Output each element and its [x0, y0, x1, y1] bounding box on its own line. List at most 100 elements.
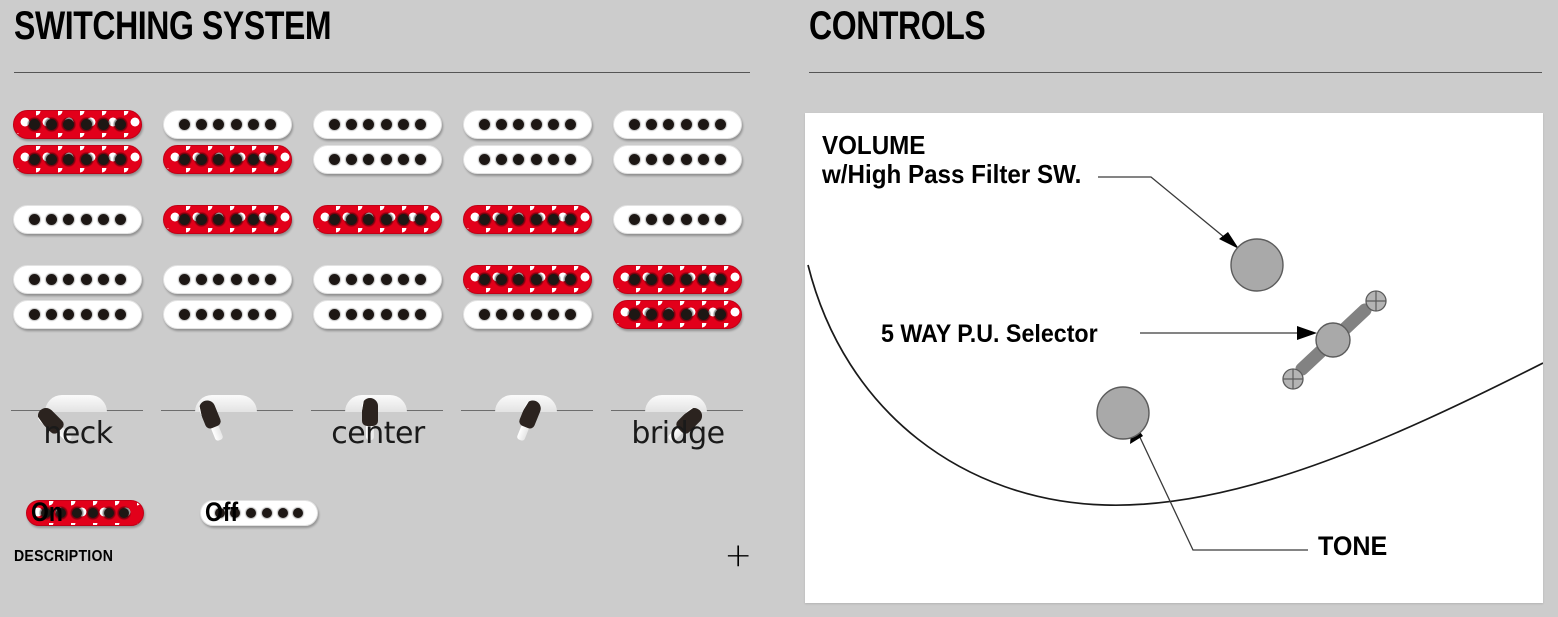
pole-piece	[114, 309, 126, 320]
pole-piece	[213, 154, 225, 165]
neck-coil-bottom	[13, 145, 142, 174]
volume-label: VOLUME w/High Pass Filter SW.	[822, 130, 1081, 189]
pole-piece	[714, 119, 726, 130]
selector-knob[interactable]	[1315, 322, 1351, 358]
switch-position-5[interactable]: bridge	[603, 358, 753, 458]
pole-piece	[29, 214, 41, 225]
switch-dome	[45, 395, 107, 412]
pole-piece	[397, 274, 409, 285]
pole-piece	[29, 309, 41, 320]
pole-piece	[264, 119, 276, 130]
pole-piece	[346, 214, 358, 225]
heading-divider	[14, 72, 750, 73]
pole-piece	[80, 214, 92, 225]
pole-piece	[363, 119, 375, 130]
guitar-controls-diagram: VOLUME w/High Pass Filter SW. 5 WAY P.U.…	[805, 113, 1543, 603]
pole-piece	[213, 119, 225, 130]
selector-label: 5 WAY P.U. Selector	[881, 320, 1098, 348]
switching-system-heading: SWITCHING SYSTEM	[14, 4, 332, 48]
pole-piece	[72, 507, 83, 518]
tone-label: TONE	[1318, 531, 1388, 561]
pole-piece	[80, 309, 92, 320]
switch-position-1[interactable]: neck	[3, 358, 153, 458]
pole-piece	[547, 154, 559, 165]
pole-piece	[29, 119, 41, 130]
controls-panel: CONTROLS VOLUME w/High Pass Filter SW. 5…	[795, 0, 1558, 617]
pole-piece	[363, 214, 375, 225]
switching-system-panel: SWITCHING SYSTEM neck center bridge On Off …	[0, 0, 780, 617]
pole-piece	[29, 154, 41, 165]
pole-piece	[479, 119, 491, 130]
pole-piece	[564, 214, 576, 225]
pole-piece	[97, 309, 109, 320]
description-label: DESCRIPTION	[14, 548, 114, 565]
pole-piece	[196, 214, 208, 225]
neck-coil-top	[613, 110, 742, 139]
pole-piece	[646, 214, 658, 225]
pole-piece	[714, 309, 726, 320]
switch-position-4[interactable]	[453, 358, 603, 458]
pole-piece	[564, 309, 576, 320]
tone-leader-line	[1136, 430, 1308, 551]
bridge-coil-bottom	[163, 300, 292, 329]
volume-leader-line	[1098, 176, 1231, 243]
switch-position-2[interactable]	[153, 358, 303, 458]
pole-piece	[530, 154, 542, 165]
pole-piece	[646, 309, 658, 320]
pole-piece	[496, 119, 508, 130]
pole-piece	[629, 214, 641, 225]
legend-label-on: On	[31, 497, 63, 527]
pole-piece	[196, 274, 208, 285]
pole-piece	[680, 154, 692, 165]
pole-piece	[29, 274, 41, 285]
pole-piece	[680, 119, 692, 130]
neck-coil-top	[463, 110, 592, 139]
selector-arrowhead	[1297, 326, 1317, 340]
pole-piece	[513, 214, 525, 225]
pole-piece	[629, 274, 641, 285]
pole-piece	[547, 119, 559, 130]
pole-piece	[80, 119, 92, 130]
pole-piece	[213, 214, 225, 225]
pole-piece	[380, 214, 392, 225]
switch-position-label: bridge	[631, 416, 725, 451]
pole-piece	[97, 119, 109, 130]
volume-knob[interactable]	[1230, 238, 1284, 292]
pole-piece	[663, 154, 675, 165]
neck-coil-top	[313, 110, 442, 139]
pole-piece	[97, 154, 109, 165]
switch-lever[interactable]	[514, 398, 544, 442]
pole-piece	[63, 274, 75, 285]
tone-knob[interactable]	[1096, 386, 1150, 440]
pole-piece	[680, 309, 692, 320]
switch-position-3[interactable]: center	[303, 358, 453, 458]
pole-piece	[196, 309, 208, 320]
pole-piece	[697, 154, 709, 165]
pole-piece	[103, 507, 114, 518]
pole-piece	[114, 214, 126, 225]
pole-piece	[247, 309, 259, 320]
selector-screw-upper	[1365, 290, 1387, 312]
pole-piece	[479, 154, 491, 165]
pole-piece	[564, 119, 576, 130]
switch-lever[interactable]	[196, 398, 225, 442]
bridge-coil-bottom	[463, 300, 592, 329]
pole-piece	[363, 154, 375, 165]
pole-piece	[329, 119, 341, 130]
pole-piece	[547, 309, 559, 320]
pole-piece	[230, 119, 242, 130]
pole-piece	[513, 309, 525, 320]
pole-piece	[114, 154, 126, 165]
pole-piece	[247, 274, 259, 285]
pole-piece	[414, 154, 426, 165]
pole-piece	[479, 274, 491, 285]
plus-icon[interactable]: +	[724, 538, 752, 571]
five-way-selector-switch[interactable]	[1295, 303, 1372, 376]
switch-position-label: center	[331, 416, 425, 451]
middle-coil	[13, 205, 142, 234]
description-bar[interactable]: DESCRIPTION +	[14, 538, 752, 574]
pole-piece	[697, 214, 709, 225]
pole-piece	[496, 154, 508, 165]
pole-piece	[496, 214, 508, 225]
pole-piece	[380, 274, 392, 285]
